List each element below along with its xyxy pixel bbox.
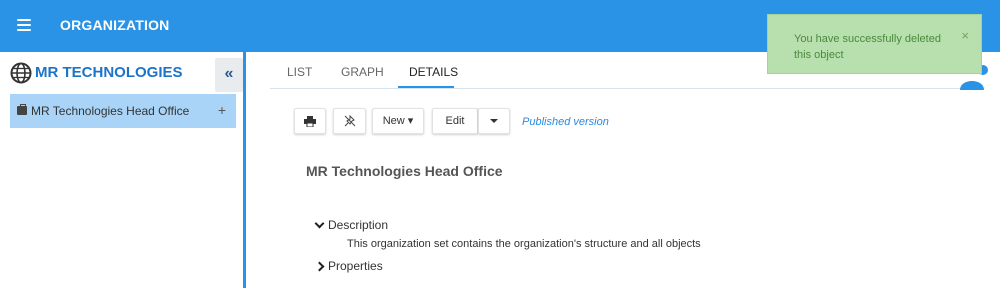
globe-icon (10, 62, 32, 84)
unpublish-button[interactable] (333, 108, 366, 134)
tab-list[interactable]: LIST (287, 65, 312, 79)
object-title: MR Technologies Head Office (306, 163, 503, 179)
close-icon[interactable]: × (961, 28, 969, 43)
print-icon (304, 116, 316, 128)
active-tab-indicator (398, 86, 454, 88)
edit-dropdown-toggle[interactable] (478, 108, 510, 134)
print-button[interactable] (294, 108, 326, 134)
description-text: This organization set contains the organ… (347, 238, 701, 250)
description-section-toggle[interactable]: Description (314, 218, 389, 232)
version-status-link[interactable]: Published version (522, 116, 609, 128)
sidebar: MR TECHNOLOGIES « MR Technologies Head O… (0, 52, 246, 288)
tree-item-label: MR Technologies Head Office (31, 104, 190, 118)
caret-down-icon (490, 119, 498, 124)
org-name: MR TECHNOLOGIES (35, 64, 183, 81)
hamburger-icon[interactable] (17, 19, 31, 31)
description-label: Description (328, 218, 389, 232)
chevron-down-icon (314, 218, 325, 229)
briefcase-icon (17, 104, 27, 115)
toast-message: You have successfully deleted this objec… (794, 33, 941, 61)
tree-item-head-office[interactable]: MR Technologies Head Office + (10, 94, 236, 128)
org-header: MR TECHNOLOGIES « (0, 52, 243, 92)
new-dropdown-button[interactable]: New ▾ (372, 108, 424, 134)
tab-details[interactable]: DETAILS (409, 65, 458, 79)
edit-button[interactable]: Edit (432, 108, 478, 134)
success-toast: You have successfully deleted this objec… (767, 14, 982, 74)
unpin-icon (344, 114, 355, 127)
tab-graph[interactable]: GRAPH (341, 65, 384, 79)
collapse-sidebar-button[interactable]: « (215, 58, 243, 92)
page-title: ORGANIZATION (60, 17, 170, 33)
properties-section-toggle[interactable]: Properties (314, 259, 383, 273)
properties-label: Properties (328, 259, 383, 273)
add-child-button[interactable]: + (218, 102, 226, 118)
chevron-right-icon (314, 261, 325, 272)
